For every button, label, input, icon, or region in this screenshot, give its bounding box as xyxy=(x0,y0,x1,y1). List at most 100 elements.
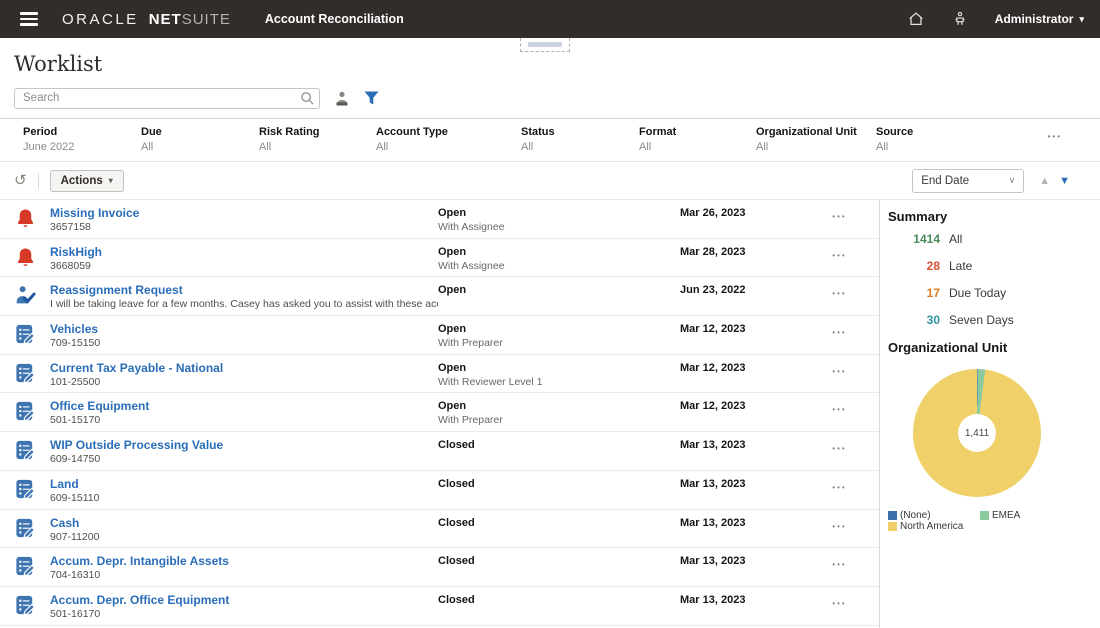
legend-item: EMEA xyxy=(980,510,1100,521)
table-row[interactable]: Accum. Depr. Office Equipment 501-16170 … xyxy=(0,587,879,626)
legend-swatch xyxy=(980,511,989,520)
row-subtitle: I will be taking leave for a few months.… xyxy=(50,298,438,311)
summary-item[interactable]: 30 Seven Days xyxy=(888,313,1100,327)
saved-user-filter-icon[interactable] xyxy=(335,91,349,106)
row-title-link[interactable]: WIP Outside Processing Value xyxy=(50,439,438,452)
row-title-link[interactable]: RiskHigh xyxy=(50,246,438,259)
filter-label: Account Type xyxy=(376,126,521,138)
row-menu-icon[interactable]: ••• xyxy=(832,599,846,608)
row-subtitle: 501-15170 xyxy=(50,414,438,427)
row-title-link[interactable]: Land xyxy=(50,478,438,491)
filter-dropdown[interactable]: Source All xyxy=(876,126,913,153)
row-end-date: Mar 13, 2023 xyxy=(680,548,800,586)
row-subtitle: 609-14750 xyxy=(50,453,438,466)
content-area: Missing Invoice 3657158 Open With Assign… xyxy=(0,199,1100,628)
filter-dropdown[interactable]: Status All xyxy=(521,126,639,153)
table-row[interactable]: Cash 907-11200 Closed Mar 13, 2023 ••• xyxy=(0,510,879,549)
sort-field-value: End Date xyxy=(921,175,969,187)
row-end-date: Mar 13, 2023 xyxy=(680,471,800,509)
reconciliation-icon xyxy=(14,323,37,346)
row-title-link[interactable]: Cash xyxy=(50,517,438,530)
row-status: Closed xyxy=(438,439,680,452)
user-menu[interactable]: Administrator ▾ xyxy=(995,12,1084,26)
summary-count: 28 xyxy=(888,259,940,273)
summary-label: Seven Days xyxy=(949,313,1014,327)
row-menu-icon[interactable]: ••• xyxy=(832,289,846,298)
row-end-date: Mar 12, 2023 xyxy=(680,393,800,431)
filter-dropdown[interactable]: Due All xyxy=(141,126,259,153)
filter-dropdown[interactable]: Risk Rating All xyxy=(259,126,376,153)
row-menu-icon[interactable]: ••• xyxy=(832,367,846,376)
filter-value: All xyxy=(639,141,756,153)
table-row[interactable]: Missing Invoice 3657158 Open With Assign… xyxy=(0,200,879,239)
user-assistance-icon[interactable] xyxy=(951,10,969,28)
page-title: Worklist xyxy=(14,52,1100,76)
filter-bar: Period June 2022 Due All Risk Rating All… xyxy=(0,118,1100,162)
filter-dropdown[interactable]: Account Type All xyxy=(376,126,521,153)
summary-item[interactable]: 28 Late xyxy=(888,259,1100,273)
actions-button[interactable]: Actions ▾ xyxy=(50,170,124,192)
table-row[interactable]: Office Equipment 501-15170 Open With Pre… xyxy=(0,393,879,432)
row-title-link[interactable]: Current Tax Payable - National xyxy=(50,362,438,375)
row-title-link[interactable]: Office Equipment xyxy=(50,400,438,413)
filters-overflow-icon[interactable]: ••• xyxy=(1048,132,1062,141)
reconciliation-icon xyxy=(14,478,37,501)
filter-value: June 2022 xyxy=(23,141,141,153)
row-menu-icon[interactable]: ••• xyxy=(832,522,846,531)
legend-swatch xyxy=(888,522,897,531)
filter-value: All xyxy=(876,141,913,153)
sort-field-select[interactable]: End Date ∨ xyxy=(912,169,1024,193)
row-subtitle: 501-16170 xyxy=(50,608,438,621)
search-icon xyxy=(300,91,315,111)
table-row[interactable]: Vehicles 709-15150 Open With Preparer Ma… xyxy=(0,316,879,355)
table-row[interactable]: Accum. Depr. Intangible Assets 704-16310… xyxy=(0,548,879,587)
row-end-date: Mar 28, 2023 xyxy=(680,239,800,277)
reconciliation-icon xyxy=(14,439,37,462)
donut-hole: 1,411 xyxy=(958,414,996,452)
table-row[interactable]: Reassignment Request I will be taking le… xyxy=(0,277,879,316)
filter-label: Risk Rating xyxy=(259,126,376,138)
org-unit-donut[interactable]: 1,411 xyxy=(913,369,1041,497)
filter-dropdown[interactable]: Format All xyxy=(639,126,756,153)
row-menu-icon[interactable]: ••• xyxy=(832,328,846,337)
sort-descending-icon[interactable]: ▼ xyxy=(1059,175,1070,187)
alert-icon xyxy=(14,207,37,230)
row-subtitle: 709-15150 xyxy=(50,337,438,350)
row-title-link[interactable]: Vehicles xyxy=(50,323,438,336)
row-title-link[interactable]: Reassignment Request xyxy=(50,284,438,297)
filter-dropdown[interactable]: Organizational Unit All xyxy=(756,126,876,153)
table-row[interactable]: WIP Outside Processing Value 609-14750 C… xyxy=(0,432,879,471)
row-title-link[interactable]: Missing Invoice xyxy=(50,207,438,220)
search-input[interactable] xyxy=(14,88,320,109)
row-menu-icon[interactable]: ••• xyxy=(832,212,846,221)
row-substatus: With Assignee xyxy=(438,221,680,234)
row-menu-icon[interactable]: ••• xyxy=(832,483,846,492)
sort-ascending-icon[interactable]: ▲ xyxy=(1039,175,1050,187)
panel-drag-handle[interactable] xyxy=(520,38,570,52)
row-menu-icon[interactable]: ••• xyxy=(832,560,846,569)
row-title-link[interactable]: Accum. Depr. Intangible Assets xyxy=(50,555,438,568)
refresh-icon[interactable]: ↻ xyxy=(14,173,27,188)
hamburger-menu-icon[interactable] xyxy=(20,12,38,26)
row-title-link[interactable]: Accum. Depr. Office Equipment xyxy=(50,594,438,607)
filter-value: All xyxy=(141,141,259,153)
chevron-down-icon: ▾ xyxy=(1079,14,1084,25)
row-menu-icon[interactable]: ••• xyxy=(832,251,846,260)
filter-label: Source xyxy=(876,126,913,138)
row-subtitle: 3668059 xyxy=(50,260,438,273)
home-icon[interactable] xyxy=(907,10,925,28)
row-menu-icon[interactable]: ••• xyxy=(832,405,846,414)
legend-swatch xyxy=(888,511,897,520)
table-row[interactable]: RiskHigh 3668059 Open With Assignee Mar … xyxy=(0,239,879,278)
filter-funnel-icon[interactable] xyxy=(364,91,379,105)
summary-item[interactable]: 1414 All xyxy=(888,232,1100,246)
table-row[interactable]: Current Tax Payable - National 101-25500… xyxy=(0,355,879,394)
table-row[interactable]: Land 609-15110 Closed Mar 13, 2023 ••• xyxy=(0,471,879,510)
filter-dropdown[interactable]: Period June 2022 xyxy=(23,126,141,153)
reconciliation-icon xyxy=(14,517,37,540)
summary-item[interactable]: 17 Due Today xyxy=(888,286,1100,300)
row-end-date: Mar 12, 2023 xyxy=(680,355,800,393)
row-menu-icon[interactable]: ••• xyxy=(832,444,846,453)
worklist-table: Missing Invoice 3657158 Open With Assign… xyxy=(0,200,879,628)
row-substatus: With Assignee xyxy=(438,260,680,273)
